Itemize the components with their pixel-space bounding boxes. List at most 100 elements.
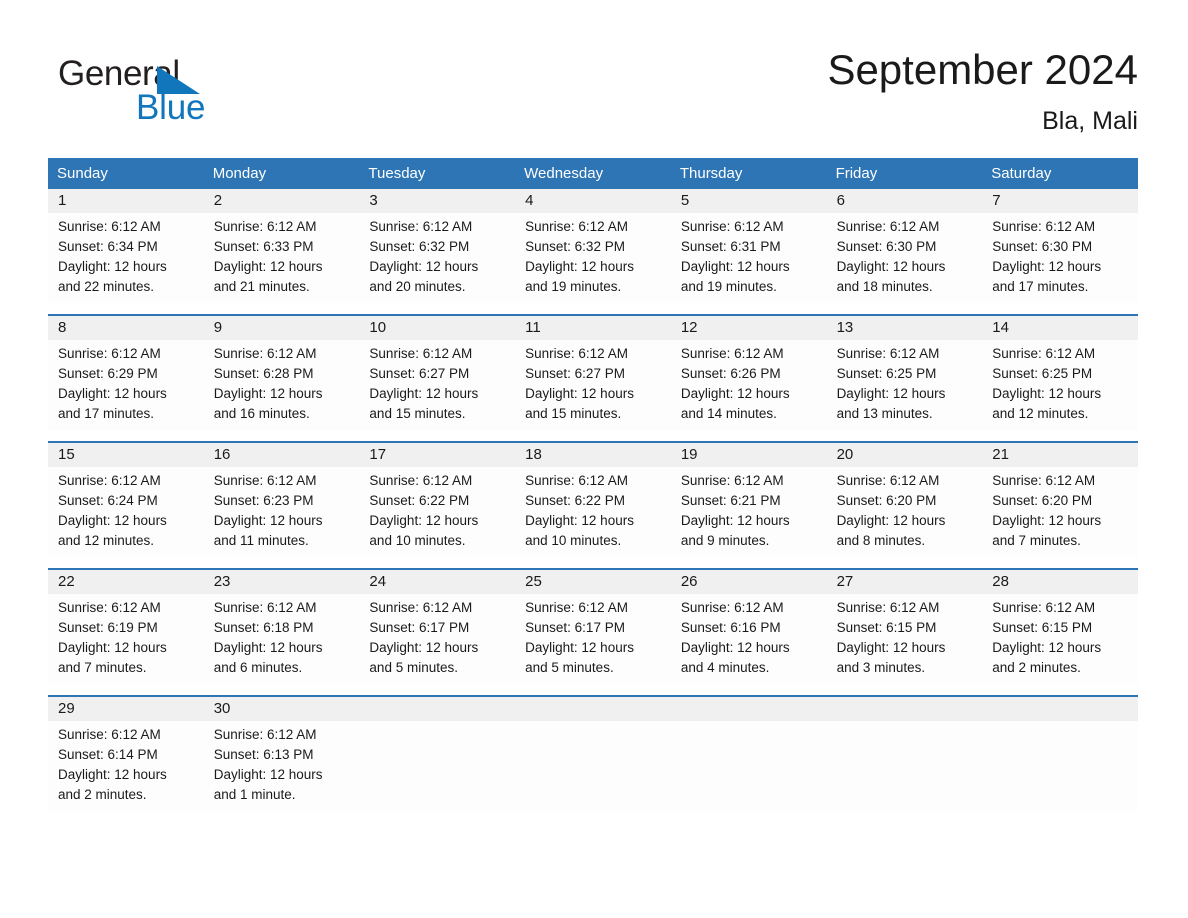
day-cell[interactable]: Sunrise: 6:12 AM Sunset: 6:22 PM Dayligh…	[515, 471, 671, 557]
day-number[interactable]: 19	[671, 443, 827, 467]
day-number[interactable]: 22	[48, 570, 204, 594]
daylight-text-cont: and 17 minutes.	[58, 406, 155, 421]
day-number[interactable]: 15	[48, 443, 204, 467]
sunset-text: Sunset: 6:33 PM	[213, 239, 314, 254]
day-cell[interactable]: Sunrise: 6:12 AM Sunset: 6:26 PM Dayligh…	[671, 344, 827, 430]
day-number[interactable]: 2	[204, 189, 360, 213]
day-number[interactable]: 17	[359, 443, 515, 467]
day-cell[interactable]: Sunrise: 6:12 AM Sunset: 6:18 PM Dayligh…	[204, 598, 360, 684]
daylight-text: Daylight: 12 hours	[369, 386, 479, 401]
day-number[interactable]: 8	[48, 316, 204, 340]
sunset-text: Sunset: 6:29 PM	[58, 366, 158, 381]
day-cell[interactable]: Sunrise: 6:12 AM Sunset: 6:29 PM Dayligh…	[48, 344, 204, 430]
daylight-text-cont: and 15 minutes.	[525, 406, 622, 421]
calendar-page: General Blue September 2024 Bla, Mali Su…	[0, 0, 1188, 918]
weekday-header-friday: Friday	[835, 165, 878, 182]
logo-text-blue: Blue	[136, 88, 206, 127]
day-number[interactable]: 12	[671, 316, 827, 340]
day-number[interactable]: 23	[204, 570, 360, 594]
day-number[interactable]: 20	[827, 443, 983, 467]
daylight-text: Daylight: 12 hours	[369, 640, 479, 655]
day-number[interactable]: 28	[982, 570, 1138, 594]
week-row: 15 16 17 18 19 20 21 Sunrise: 6:12 AM Su…	[48, 441, 1138, 568]
day-number[interactable]: 16	[204, 443, 360, 467]
day-cell[interactable]: Sunrise: 6:12 AM Sunset: 6:15 PM Dayligh…	[827, 598, 983, 684]
day-number[interactable]: 30	[204, 697, 360, 721]
day-number[interactable]: 4	[515, 189, 671, 213]
day-number-empty	[359, 697, 515, 721]
sunset-text: Sunset: 6:13 PM	[213, 747, 314, 762]
day-cell[interactable]: Sunrise: 6:12 AM Sunset: 6:32 PM Dayligh…	[359, 217, 515, 303]
sunrise-text: Sunrise: 6:12 AM	[213, 727, 317, 742]
sunrise-text: Sunrise: 6:12 AM	[58, 600, 161, 615]
day-number[interactable]: 18	[515, 443, 671, 467]
daylight-text-cont: and 8 minutes.	[836, 533, 926, 548]
day-number[interactable]: 14	[982, 316, 1138, 340]
daylight-text-cont: and 4 minutes.	[680, 660, 770, 675]
sunset-text: Sunset: 6:25 PM	[992, 366, 1093, 381]
day-cell[interactable]: Sunrise: 6:12 AM Sunset: 6:19 PM Dayligh…	[48, 598, 204, 684]
day-cell[interactable]: Sunrise: 6:12 AM Sunset: 6:21 PM Dayligh…	[671, 471, 827, 557]
sunset-text: Sunset: 6:15 PM	[836, 620, 937, 635]
day-cell[interactable]: Sunrise: 6:12 AM Sunset: 6:17 PM Dayligh…	[359, 598, 515, 684]
day-cell[interactable]: Sunrise: 6:12 AM Sunset: 6:15 PM Dayligh…	[982, 598, 1138, 684]
day-cell[interactable]: Sunrise: 6:12 AM Sunset: 6:31 PM Dayligh…	[671, 217, 827, 303]
day-cell[interactable]: Sunrise: 6:12 AM Sunset: 6:23 PM Dayligh…	[204, 471, 360, 557]
day-cell[interactable]: Sunrise: 6:12 AM Sunset: 6:33 PM Dayligh…	[204, 217, 360, 303]
day-cell[interactable]: Sunrise: 6:12 AM Sunset: 6:27 PM Dayligh…	[359, 344, 515, 430]
sunrise-text: Sunrise: 6:12 AM	[836, 473, 940, 488]
daylight-text-cont: and 10 minutes.	[525, 533, 622, 548]
daylight-text: Daylight: 12 hours	[680, 640, 790, 655]
sunset-text: Sunset: 6:22 PM	[525, 493, 625, 508]
day-cell[interactable]: Sunrise: 6:12 AM Sunset: 6:28 PM Dayligh…	[204, 344, 360, 430]
sunrise-text: Sunrise: 6:12 AM	[369, 473, 473, 488]
sunrise-text: Sunrise: 6:12 AM	[680, 473, 784, 488]
day-cell[interactable]: Sunrise: 6:12 AM Sunset: 6:25 PM Dayligh…	[827, 344, 983, 430]
day-cell[interactable]: Sunrise: 6:12 AM Sunset: 6:24 PM Dayligh…	[48, 471, 204, 557]
day-number[interactable]: 6	[827, 189, 983, 213]
day-number[interactable]: 5	[671, 189, 827, 213]
day-number[interactable]: 3	[359, 189, 515, 213]
day-number[interactable]: 1	[48, 189, 204, 213]
day-number[interactable]: 9	[204, 316, 360, 340]
day-number[interactable]: 13	[827, 316, 983, 340]
daylight-text: Daylight: 12 hours	[213, 259, 323, 274]
day-number[interactable]: 10	[359, 316, 515, 340]
sunset-text: Sunset: 6:32 PM	[369, 239, 470, 254]
day-cell[interactable]: Sunrise: 6:12 AM Sunset: 6:30 PM Dayligh…	[982, 217, 1138, 303]
daylight-text-cont: and 20 minutes.	[369, 279, 466, 294]
day-detail-band: Sunrise: 6:12 AM Sunset: 6:34 PM Dayligh…	[48, 213, 1138, 303]
day-cell[interactable]: Sunrise: 6:12 AM Sunset: 6:17 PM Dayligh…	[515, 598, 671, 684]
day-number[interactable]: 21	[982, 443, 1138, 467]
day-number-empty	[982, 697, 1138, 721]
day-cell[interactable]: Sunrise: 6:12 AM Sunset: 6:27 PM Dayligh…	[515, 344, 671, 430]
sunset-text: Sunset: 6:17 PM	[525, 620, 625, 635]
day-number[interactable]: 27	[827, 570, 983, 594]
day-cell[interactable]: Sunrise: 6:12 AM Sunset: 6:30 PM Dayligh…	[827, 217, 983, 303]
day-number[interactable]: 29	[48, 697, 204, 721]
day-cell[interactable]: Sunrise: 6:12 AM Sunset: 6:25 PM Dayligh…	[982, 344, 1138, 430]
day-number[interactable]: 25	[515, 570, 671, 594]
day-number[interactable]: 24	[359, 570, 515, 594]
sunrise-text: Sunrise: 6:12 AM	[836, 346, 940, 361]
daylight-text-cont: and 19 minutes.	[525, 279, 622, 294]
day-number[interactable]: 7	[982, 189, 1138, 213]
day-cell[interactable]: Sunrise: 6:12 AM Sunset: 6:20 PM Dayligh…	[827, 471, 983, 557]
day-cell[interactable]: Sunrise: 6:12 AM Sunset: 6:14 PM Dayligh…	[48, 725, 204, 811]
sunset-text: Sunset: 6:18 PM	[213, 620, 314, 635]
day-number[interactable]: 11	[515, 316, 671, 340]
day-cell[interactable]: Sunrise: 6:12 AM Sunset: 6:16 PM Dayligh…	[671, 598, 827, 684]
day-cell[interactable]: Sunrise: 6:12 AM Sunset: 6:20 PM Dayligh…	[982, 471, 1138, 557]
day-detail-band: Sunrise: 6:12 AM Sunset: 6:24 PM Dayligh…	[48, 467, 1138, 557]
page-subtitle-location: Bla, Mali	[1042, 107, 1138, 135]
daylight-text-cont: and 1 minute.	[213, 787, 296, 802]
day-number[interactable]: 26	[671, 570, 827, 594]
day-cell[interactable]: Sunrise: 6:12 AM Sunset: 6:13 PM Dayligh…	[204, 725, 360, 811]
day-cell[interactable]: Sunrise: 6:12 AM Sunset: 6:22 PM Dayligh…	[359, 471, 515, 557]
day-number-band: 15 16 17 18 19 20 21	[48, 443, 1138, 467]
generalblue-logo[interactable]: General Blue	[58, 54, 318, 134]
sunrise-text: Sunrise: 6:12 AM	[836, 219, 940, 234]
day-cell[interactable]: Sunrise: 6:12 AM Sunset: 6:32 PM Dayligh…	[515, 217, 671, 303]
day-number-band: 22 23 24 25 26 27 28	[48, 570, 1138, 594]
day-cell[interactable]: Sunrise: 6:12 AM Sunset: 6:34 PM Dayligh…	[48, 217, 204, 303]
